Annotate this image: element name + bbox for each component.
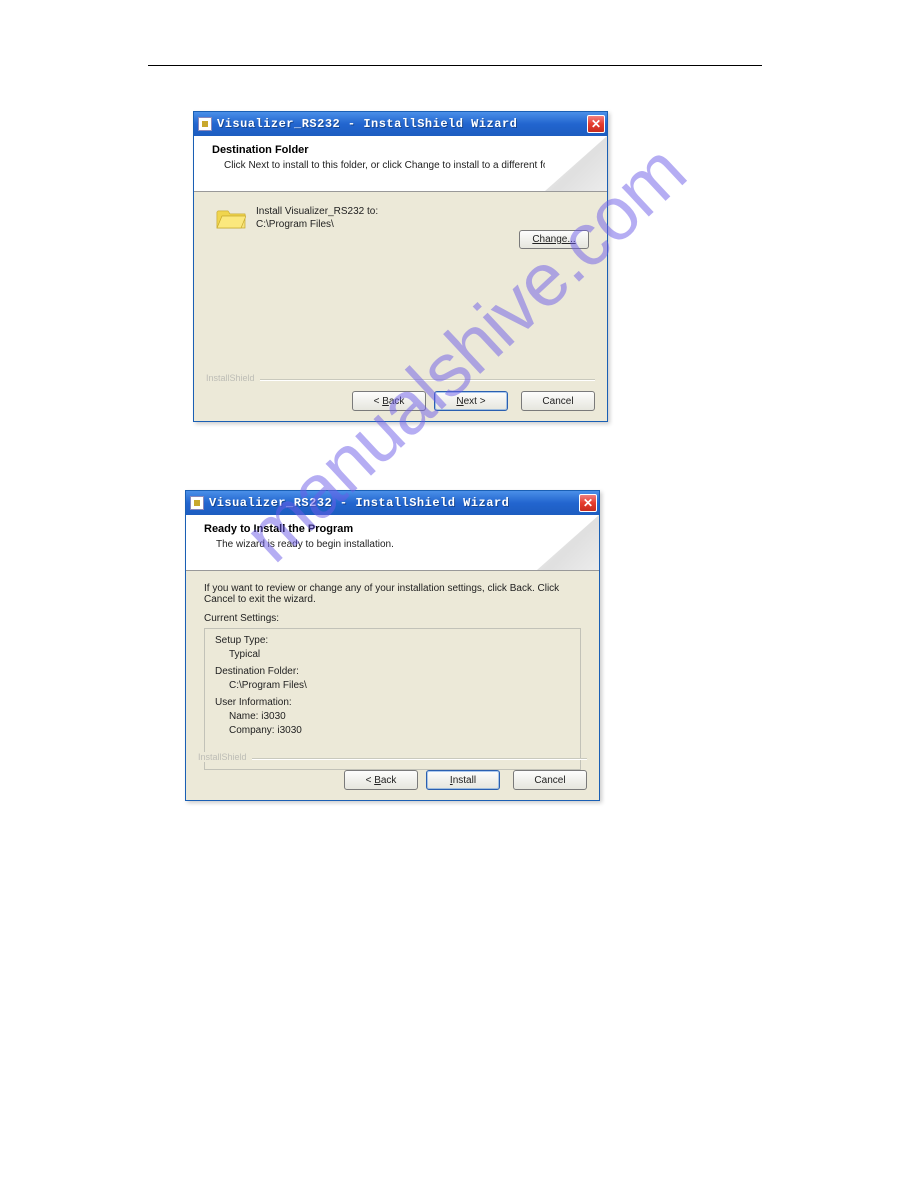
folder-icon [216, 206, 246, 230]
dest-folder-value: C:\Program Files\ [229, 680, 570, 691]
current-settings-label: Current Settings: [204, 613, 581, 624]
installer-icon [190, 496, 204, 510]
back-button[interactable]: < Back [352, 391, 426, 411]
footer-separator [198, 758, 587, 759]
installer-icon [198, 117, 212, 131]
header-title: Destination Folder [212, 144, 593, 156]
close-button[interactable]: ✕ [579, 494, 597, 512]
close-button[interactable]: ✕ [587, 115, 605, 133]
folder-row: Install Visualizer_RS232 to: C:\Program … [216, 206, 593, 230]
close-icon: ✕ [583, 497, 593, 509]
cancel-button[interactable]: Cancel [513, 770, 587, 790]
dialog-header: Ready to Install the Program The wizard … [186, 515, 599, 571]
review-text: If you want to review or change any of y… [204, 583, 581, 605]
titlebar[interactable]: Visualizer_RS232 - InstallShield Wizard … [186, 491, 599, 515]
next-button[interactable]: Next > [434, 391, 508, 411]
close-icon: ✕ [591, 118, 601, 130]
user-name-value: Name: i3030 [229, 711, 570, 722]
dialog-header: Destination Folder Click Next to install… [194, 136, 607, 192]
dialog-title: Visualizer_RS232 - InstallShield Wizard [209, 496, 579, 510]
header-title: Ready to Install the Program [204, 523, 585, 535]
install-path-line1: Install Visualizer_RS232 to: [256, 206, 593, 217]
user-info-label: User Information: [215, 697, 570, 708]
install-path-text: Install Visualizer_RS232 to: C:\Program … [256, 206, 593, 230]
page-top-rule [148, 65, 762, 66]
setup-type-value: Typical [229, 649, 570, 660]
dialog-footer: InstallShield < Back Next > Cancel [194, 363, 607, 421]
paper-curl-icon [537, 515, 599, 570]
footer-separator [206, 379, 595, 380]
dialog-destination-folder: Visualizer_RS232 - InstallShield Wizard … [193, 111, 608, 422]
dialog-title: Visualizer_RS232 - InstallShield Wizard [217, 117, 587, 131]
header-subtitle: Click Next to install to this folder, or… [224, 160, 593, 171]
change-button[interactable]: Change... [519, 230, 589, 249]
dest-folder-label: Destination Folder: [215, 666, 570, 677]
install-path-line2: C:\Program Files\ [256, 219, 593, 230]
button-row: < Back Install Cancel [198, 770, 587, 790]
paper-curl-icon [545, 136, 607, 191]
brand-label: InstallShield [198, 752, 252, 762]
titlebar[interactable]: Visualizer_RS232 - InstallShield Wizard … [194, 112, 607, 136]
cancel-button[interactable]: Cancel [521, 391, 595, 411]
user-company-value: Company: i3030 [229, 725, 570, 736]
button-row: < Back Next > Cancel [206, 391, 595, 411]
dialog-footer: InstallShield < Back Install Cancel [186, 742, 599, 800]
setup-type-label: Setup Type: [215, 635, 570, 646]
dialog-body: Install Visualizer_RS232 to: C:\Program … [194, 192, 607, 255]
brand-label: InstallShield [206, 373, 260, 383]
dialog-ready-to-install: Visualizer_RS232 - InstallShield Wizard … [185, 490, 600, 801]
header-subtitle: The wizard is ready to begin installatio… [216, 539, 585, 550]
install-button[interactable]: Install [426, 770, 500, 790]
back-button[interactable]: < Back [344, 770, 418, 790]
